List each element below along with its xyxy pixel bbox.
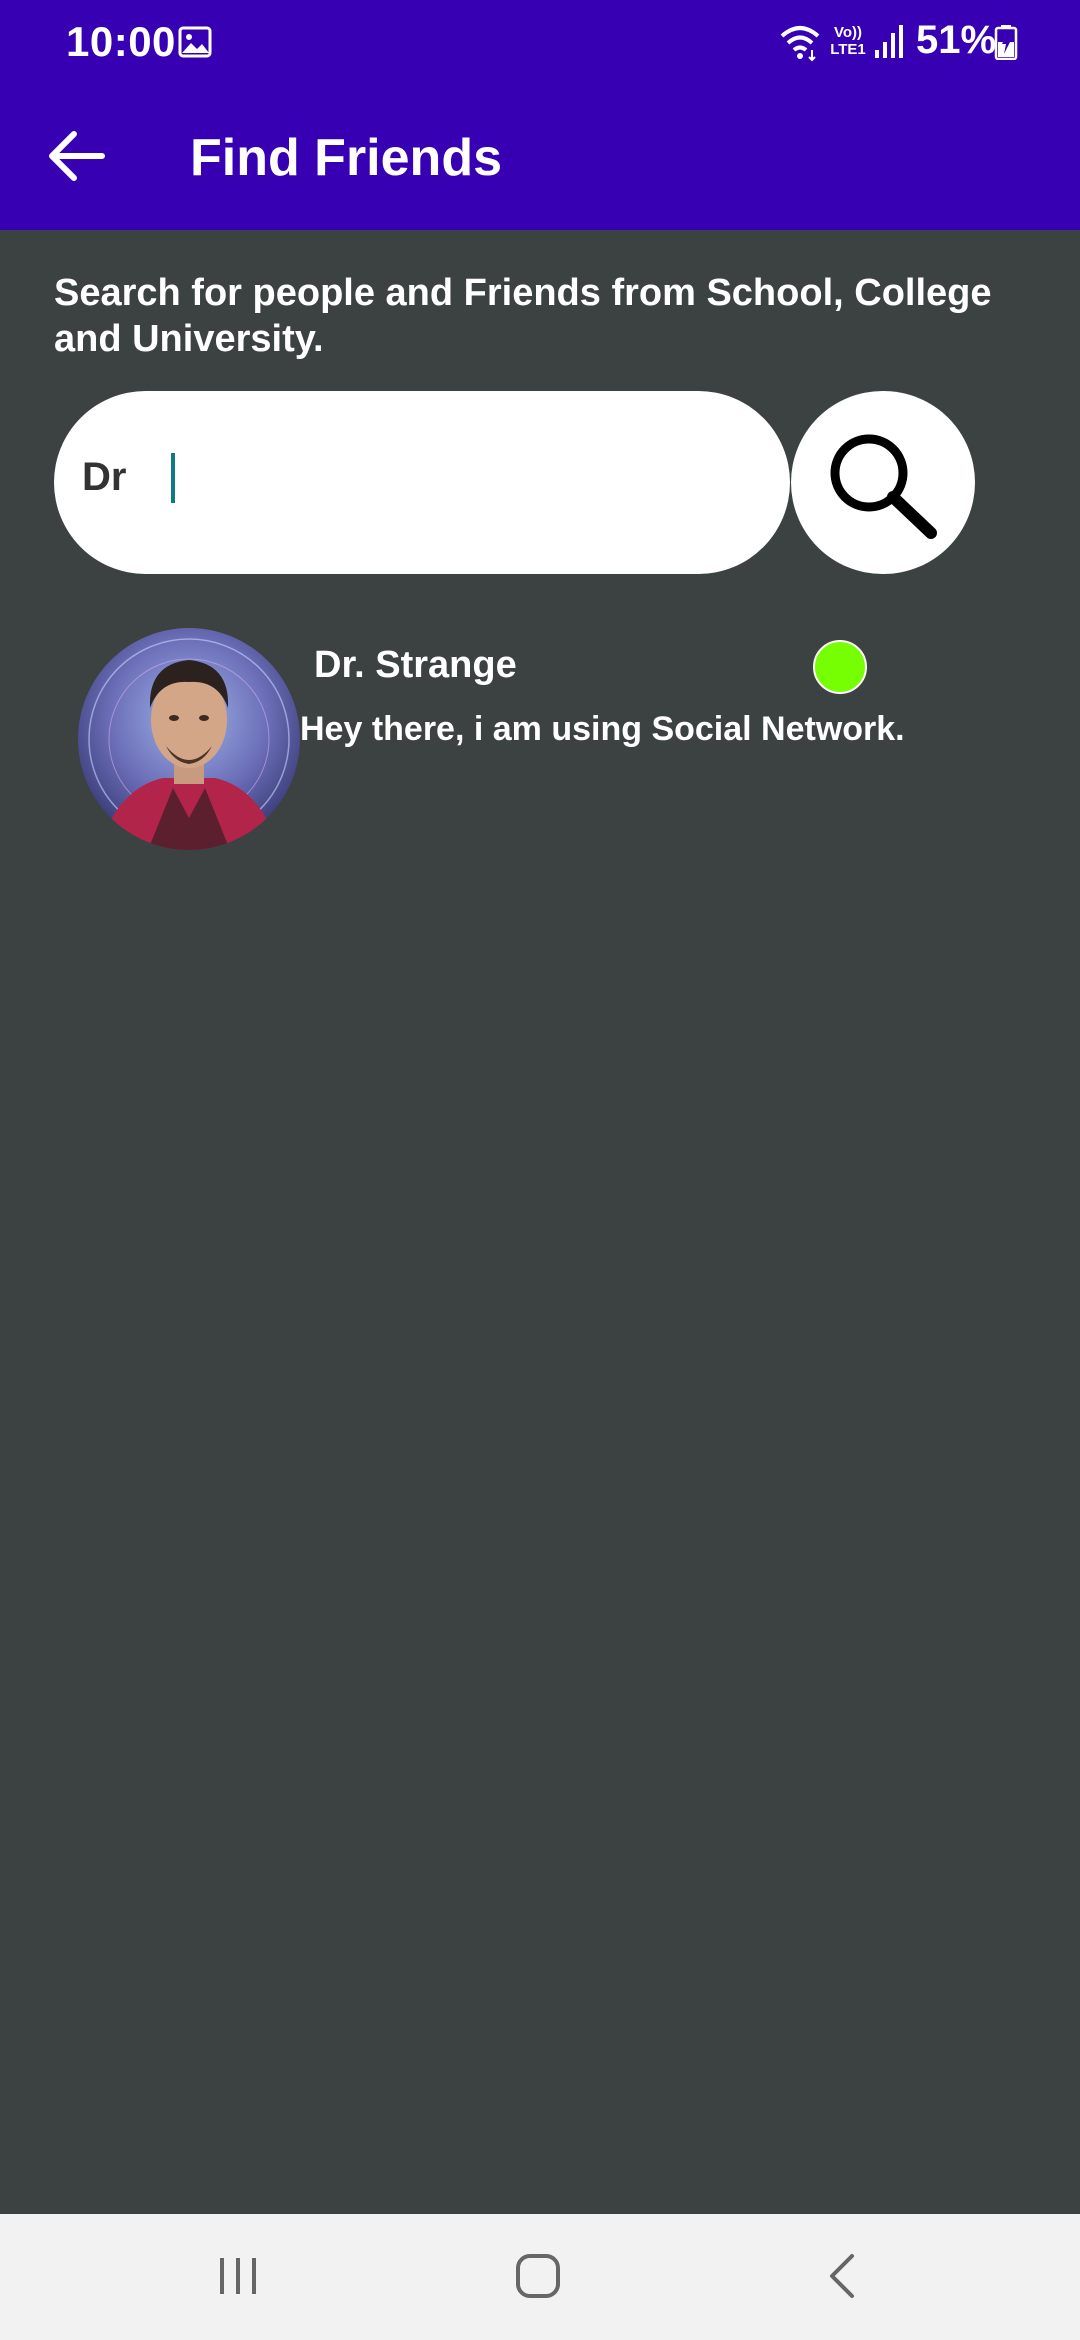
text-cursor: [171, 453, 175, 503]
home-icon[interactable]: [514, 2252, 562, 2300]
system-nav-bar: [0, 2214, 1080, 2340]
result-name: Dr. Strange: [314, 644, 517, 686]
avatar-portrait: [88, 638, 290, 850]
list-item[interactable]: Dr. Strange Hey there, i am using Social…: [74, 624, 974, 854]
lte-icon: Vo)) LTE1: [830, 24, 866, 58]
avatar[interactable]: [78, 628, 300, 850]
online-status-indicator: [813, 640, 867, 694]
status-time: 10:00: [66, 18, 176, 65]
battery-percent: 51%: [916, 18, 997, 62]
app-bar: Find Friends: [0, 86, 1080, 230]
page-title: Find Friends: [190, 129, 502, 187]
search-icon: [830, 434, 937, 539]
battery-icon: [994, 25, 1018, 60]
wifi-icon: [780, 26, 820, 62]
gallery-icon: [178, 26, 212, 58]
result-status-text: Hey there, i am using Social Network.: [300, 710, 905, 748]
back-icon[interactable]: [820, 2252, 864, 2300]
arrow-left-icon[interactable]: [40, 124, 108, 188]
search-button[interactable]: [791, 391, 975, 574]
status-bar: 10:00 Vo)) LTE1 51%: [0, 0, 1080, 86]
signal-icon: [875, 25, 903, 58]
recents-icon[interactable]: [216, 2254, 260, 2298]
search-description: Search for people and Friends from Schoo…: [54, 272, 992, 360]
search-input[interactable]: Dr: [54, 391, 790, 574]
search-input-value: Dr: [82, 455, 127, 499]
find-friends-screen: 10:00 Vo)) LTE1 51% Find Friends Search …: [0, 0, 1080, 2340]
